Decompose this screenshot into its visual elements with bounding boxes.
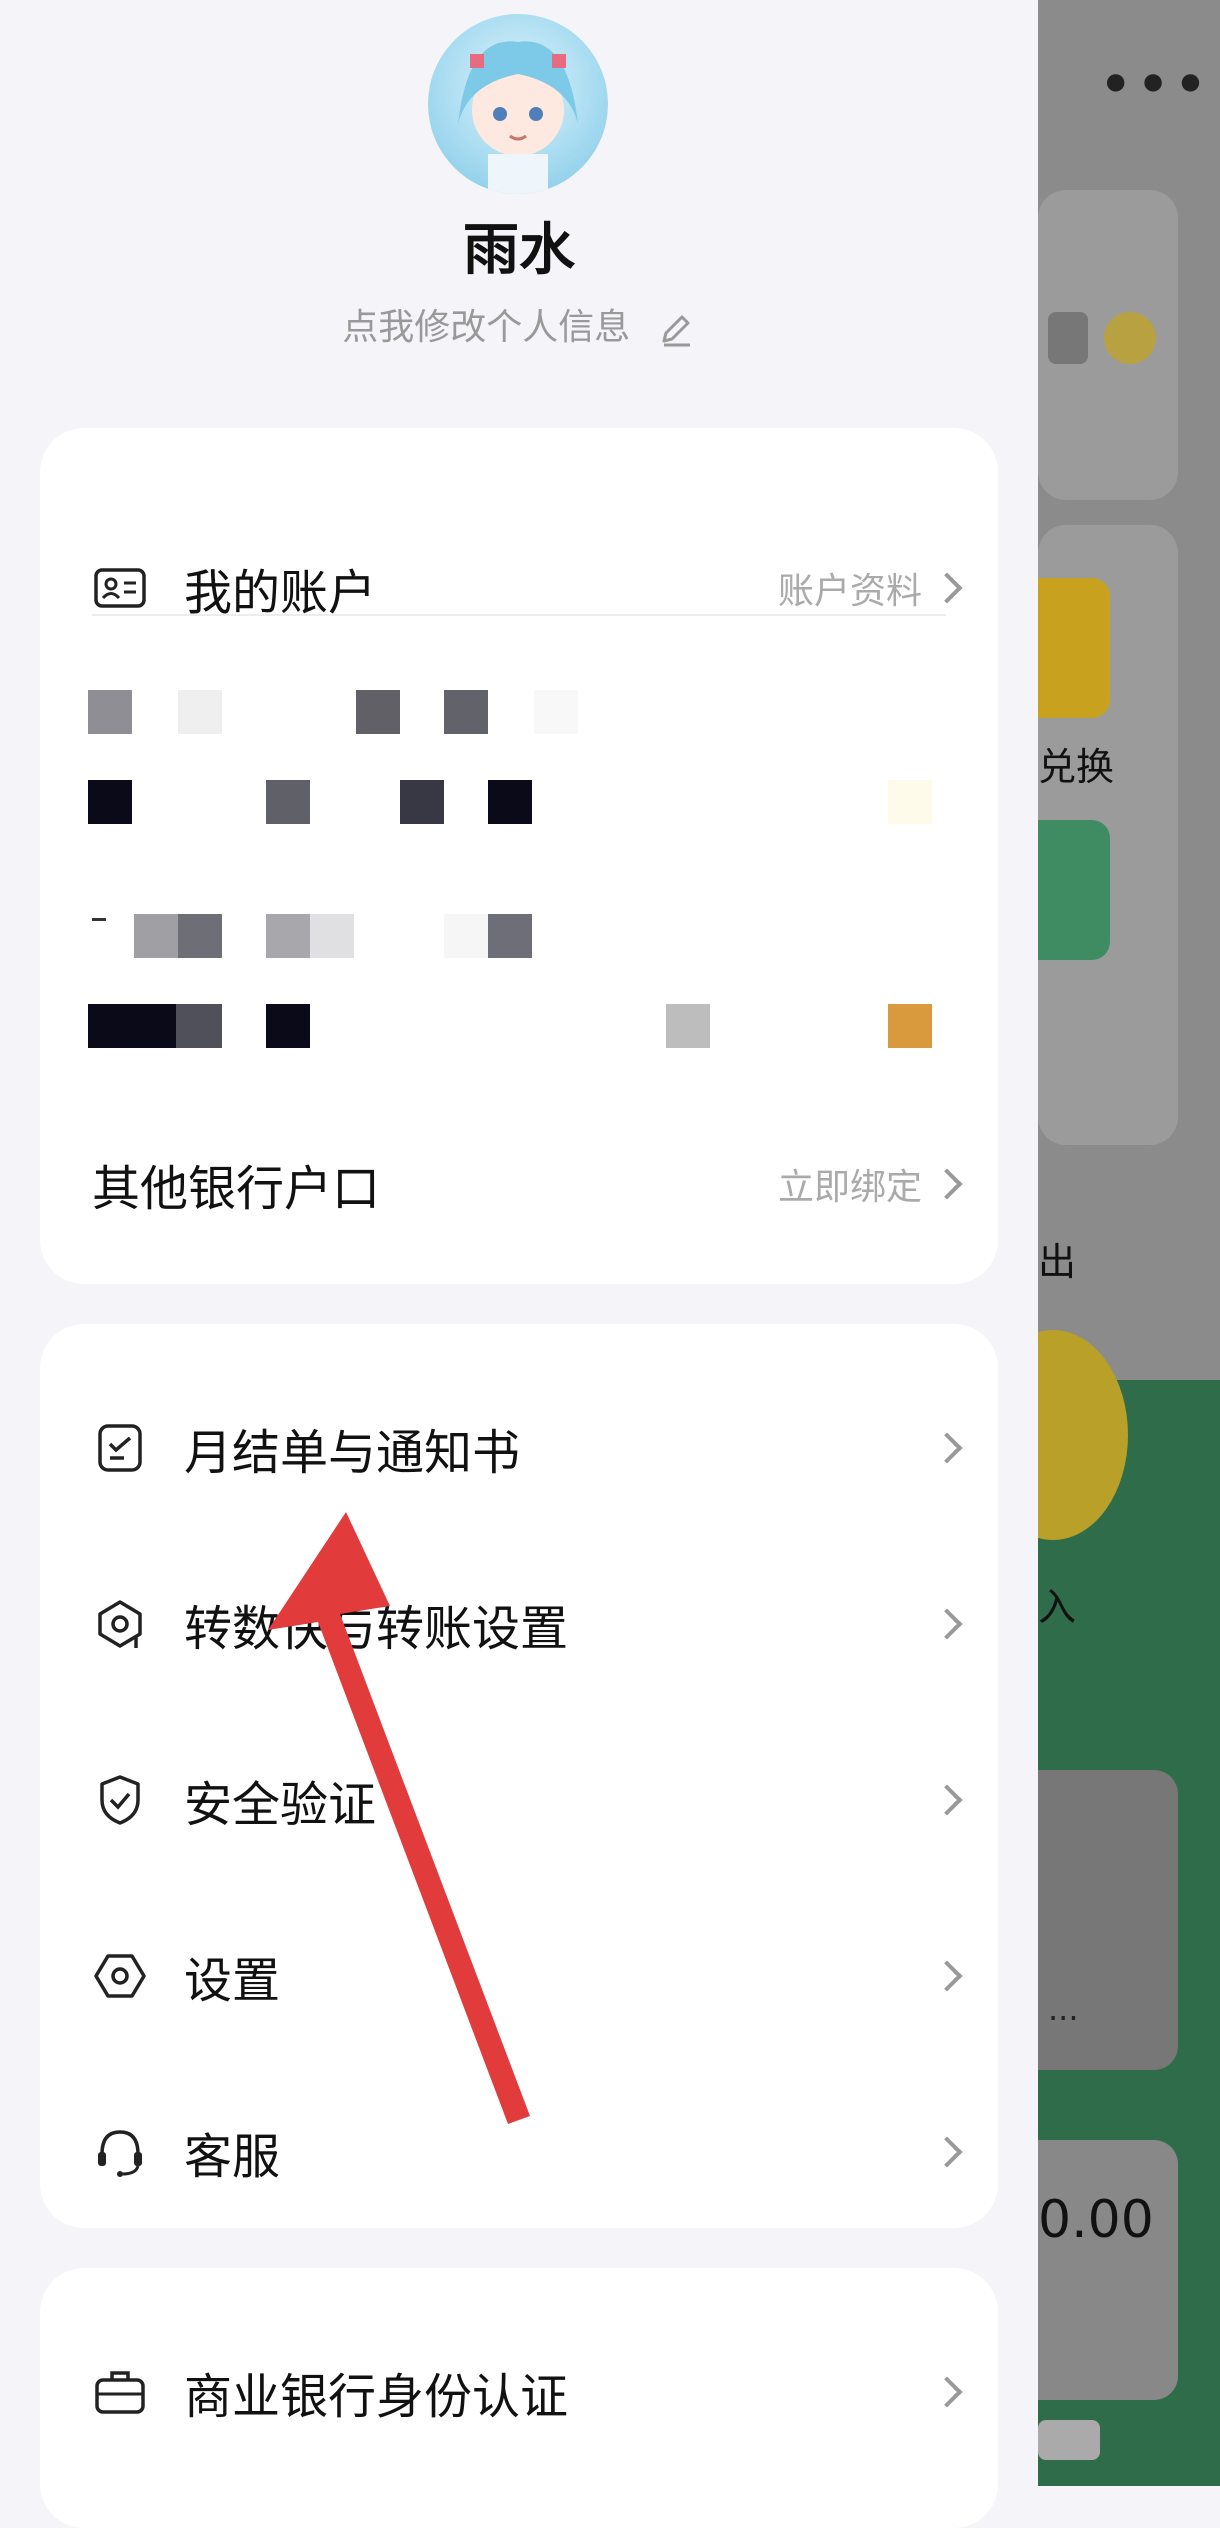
side-drawer: 雨水 点我修改个人信息 我的账户 账户资料 其他银行户口 立即绑定 月结单与通知… — [0, 0, 1038, 2528]
menu-item-settings[interactable]: 设置 — [40, 1916, 998, 2036]
shield-check-icon — [92, 1772, 148, 1828]
chevron-right-icon — [931, 1168, 963, 1200]
headset-icon — [92, 2124, 148, 2180]
account-details-link[interactable]: 账户资料 — [777, 562, 963, 614]
chevron-right-icon — [931, 572, 963, 604]
fps-transfer-label: 转数快与转账设置 — [184, 1601, 569, 1657]
coin-icon — [1104, 312, 1156, 364]
my-account-row[interactable]: 我的账户 账户资料 — [40, 528, 998, 648]
accounts-card: 我的账户 账户资料 其他银行户口 立即绑定 — [40, 428, 998, 1284]
business-verification-label: 商业银行身份认证 — [184, 2369, 569, 2425]
fps-transfer-icon — [92, 1596, 148, 1652]
background-tile — [1048, 312, 1088, 364]
avatar[interactable] — [428, 14, 608, 194]
edit-profile-link[interactable]: 点我修改个人信息 — [0, 298, 1038, 350]
chat-icon — [1038, 820, 1110, 960]
statement-icon — [92, 1420, 148, 1476]
dimmed-background-page[interactable]: ••• 兑换 出 入 ... 0.00 — [1038, 0, 1220, 2486]
transfer-in-label: 入 — [1038, 1585, 1077, 1629]
menu-item-security[interactable]: 安全验证 — [40, 1740, 998, 1860]
id-card-icon — [92, 560, 148, 616]
business-card: 商业银行身份认证 — [40, 2268, 998, 2528]
chevron-right-icon — [931, 1608, 963, 1640]
chevron-right-icon — [931, 1432, 963, 1464]
menu-item-customer-service[interactable]: 客服 — [40, 2092, 998, 2212]
exchange-label: 兑换 — [1038, 745, 1115, 789]
pencil-icon — [662, 315, 690, 347]
transfer-out-label: 出 — [1038, 1240, 1077, 1284]
briefcase-icon — [92, 2364, 148, 2420]
user-nickname[interactable]: 雨水 — [0, 205, 1038, 286]
statements-label: 月结单与通知书 — [184, 1425, 521, 1481]
exchange-icon — [1038, 578, 1110, 718]
other-bank-row[interactable]: 其他银行户口 立即绑定 — [40, 1124, 998, 1244]
chevron-right-icon — [931, 2376, 963, 2408]
wallet-icon — [1038, 2420, 1100, 2460]
background-card — [1038, 2140, 1178, 2400]
security-label: 安全验证 — [184, 1777, 377, 1833]
other-bank-label: 其他银行户口 — [92, 1161, 381, 1217]
menu-card: 月结单与通知书 转数快与转账设置 安全验证 设置 客服 — [40, 1324, 998, 2228]
menu-item-fps-transfer[interactable]: 转数快与转账设置 — [40, 1564, 998, 1684]
hexagon-settings-icon — [92, 1948, 148, 2004]
more-icon[interactable]: ••• — [1098, 55, 1210, 115]
edit-profile-hint: 点我修改个人信息 — [342, 307, 631, 348]
bind-now-label: 立即绑定 — [777, 1167, 922, 1208]
menu-item-statements[interactable]: 月结单与通知书 — [40, 1388, 998, 1508]
chevron-right-icon — [931, 1960, 963, 1992]
menu-item-business-verification[interactable]: 商业银行身份认证 — [40, 2332, 998, 2452]
background-ellipsis: ... — [1048, 1990, 1079, 2028]
customer-service-label: 客服 — [184, 2129, 281, 2185]
chevron-right-icon — [931, 2136, 963, 2168]
divider — [92, 614, 946, 616]
chevron-right-icon — [931, 1784, 963, 1816]
settings-label: 设置 — [184, 1953, 281, 2009]
my-account-label: 我的账户 — [184, 565, 377, 621]
balance-amount: 0.00 — [1038, 2190, 1154, 2250]
bind-now-link[interactable]: 立即绑定 — [777, 1158, 963, 1210]
account-details-label: 账户资料 — [777, 571, 922, 612]
